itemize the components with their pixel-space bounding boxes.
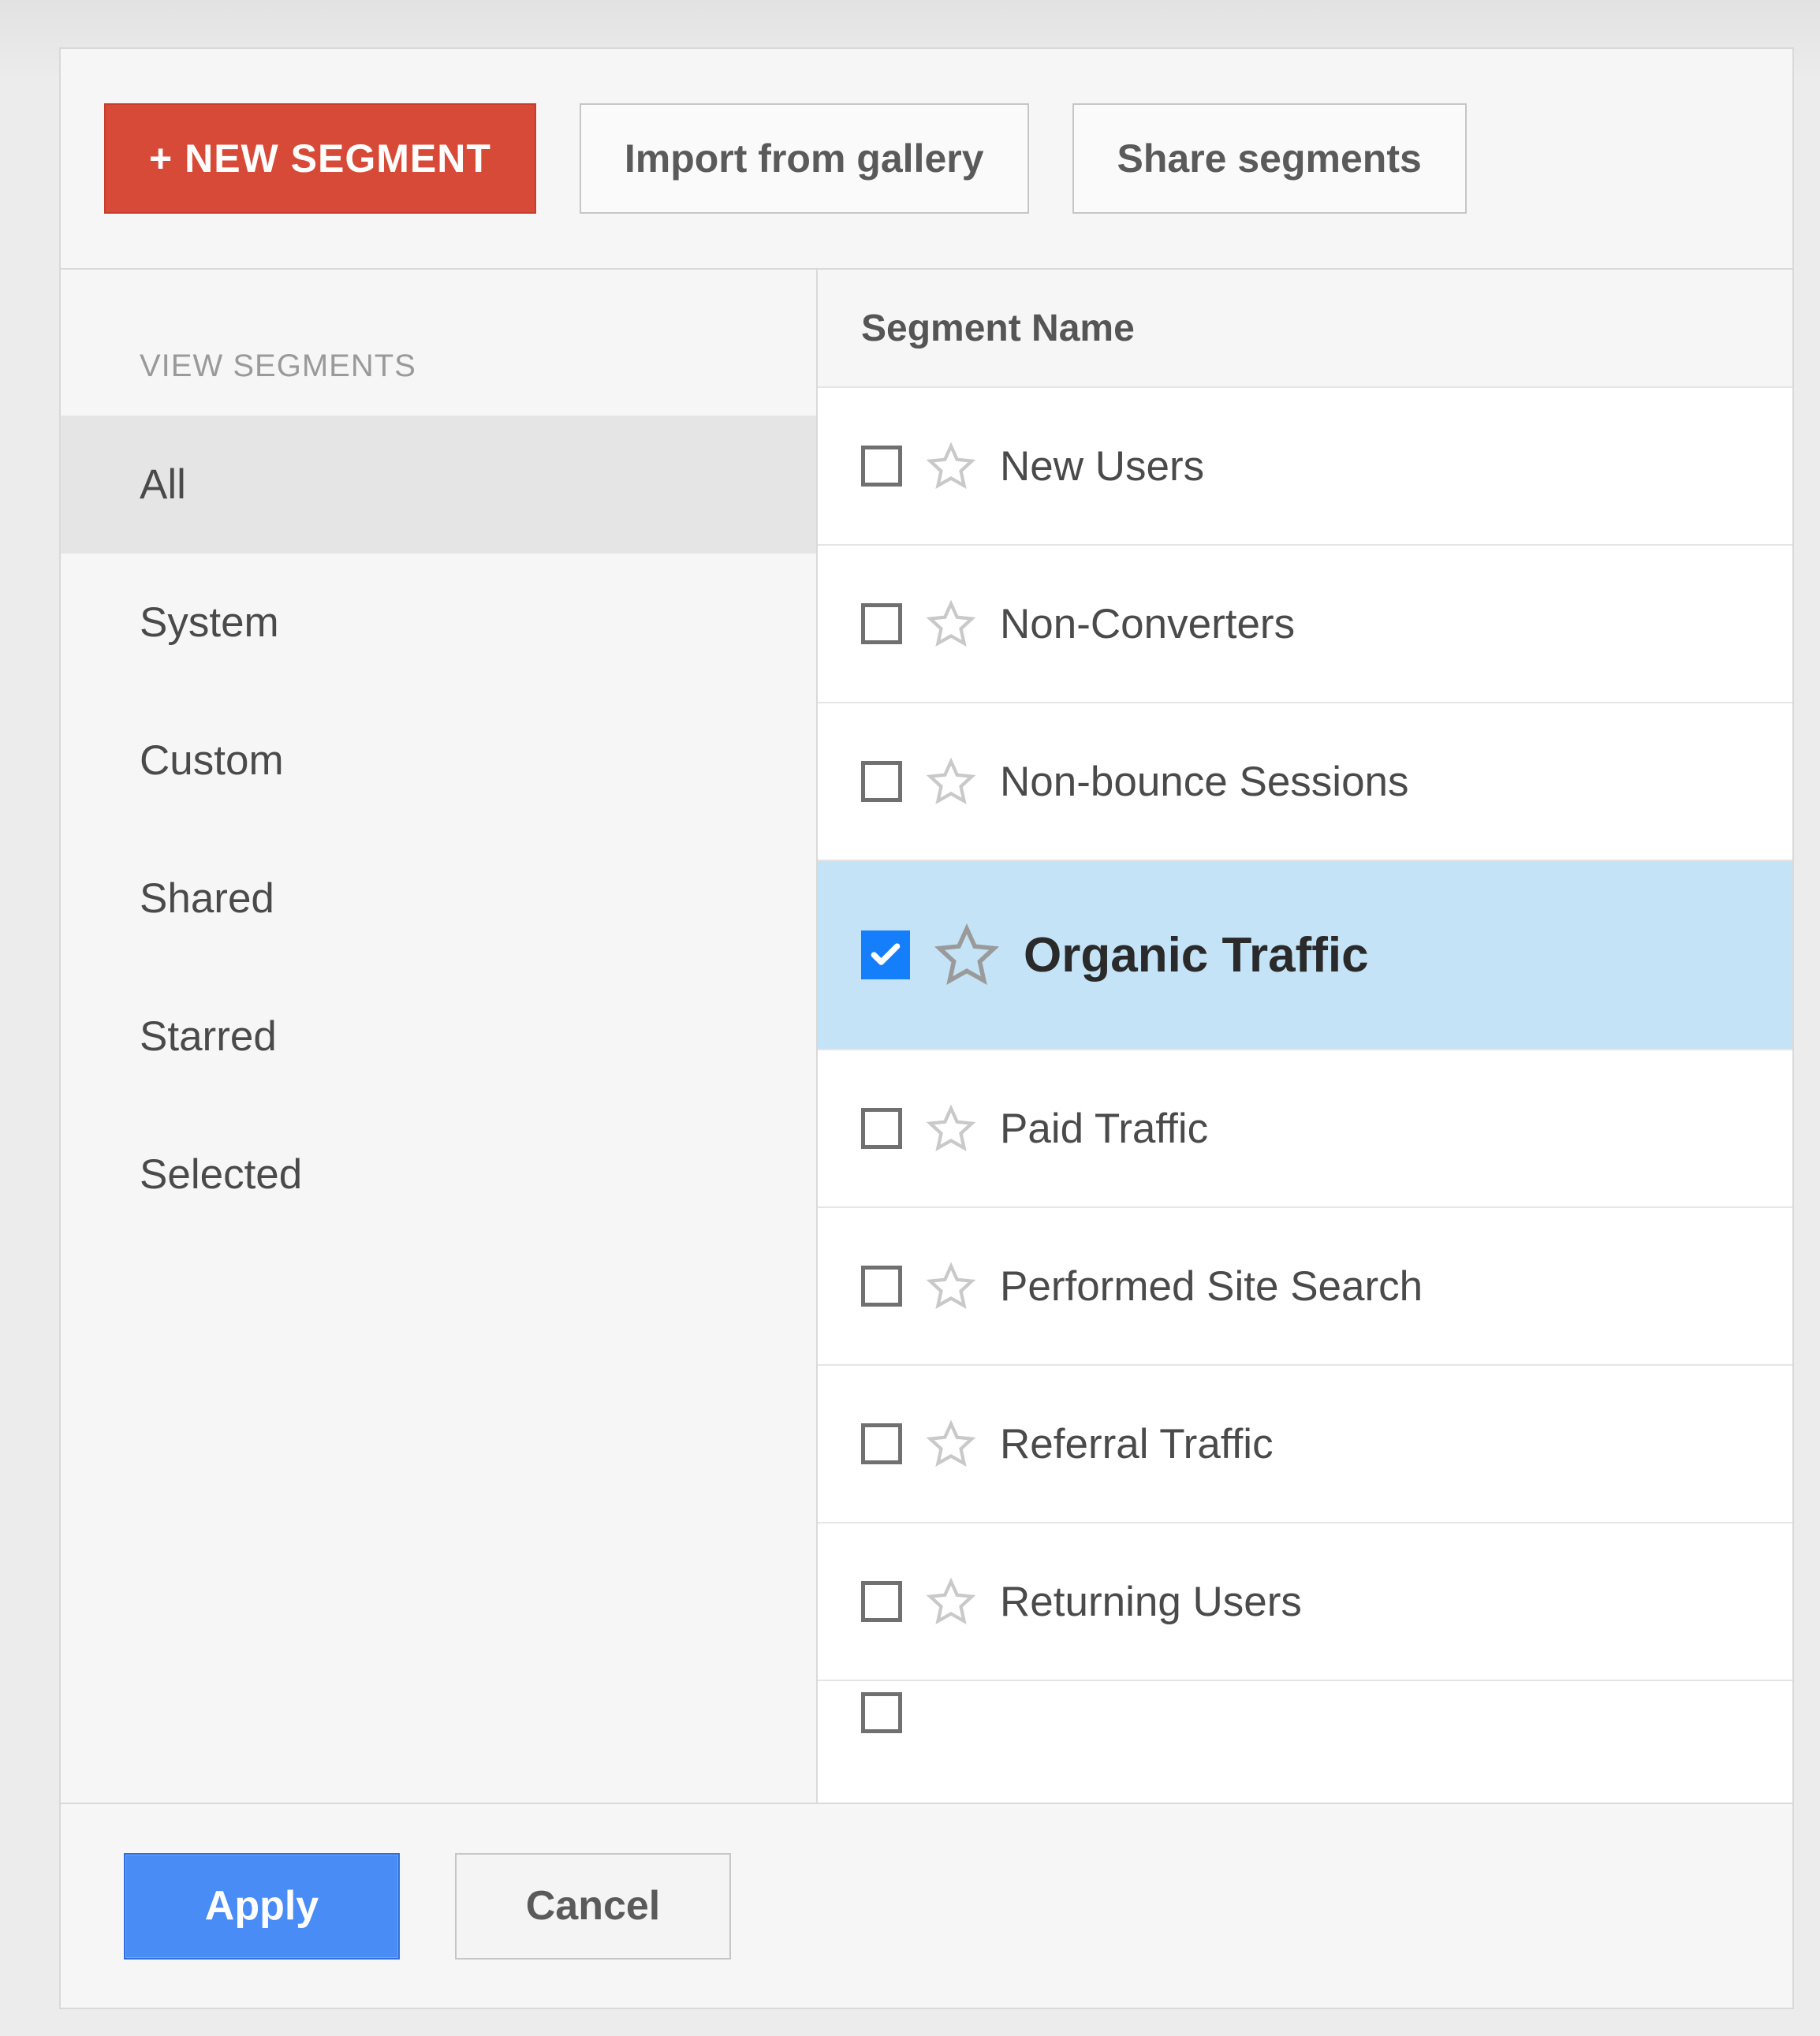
sidebar-item-all[interactable]: All xyxy=(61,416,816,554)
segment-label: Performed Site Search xyxy=(1000,1262,1423,1311)
apply-button[interactable]: Apply xyxy=(124,1853,400,1960)
sidebar-item-shared[interactable]: Shared xyxy=(61,830,816,968)
segment-row[interactable]: Non-bounce Sessions xyxy=(818,703,1792,861)
sidebar-item-label: Selected xyxy=(140,1150,302,1199)
segment-label: Organic Traffic xyxy=(1024,927,1369,983)
segment-row[interactable]: New Users xyxy=(818,388,1792,546)
segment-label: New Users xyxy=(1000,442,1204,490)
star-icon[interactable] xyxy=(926,598,976,649)
segment-name-header: Segment Name xyxy=(818,270,1792,388)
segment-label: Referral Traffic xyxy=(1000,1420,1274,1468)
checkbox-icon[interactable] xyxy=(861,1266,902,1307)
checkbox-icon[interactable] xyxy=(861,446,902,487)
new-segment-button[interactable]: + NEW SEGMENT xyxy=(104,103,536,214)
star-icon[interactable] xyxy=(926,1419,976,1469)
star-icon[interactable] xyxy=(934,922,1000,988)
sidebar-item-system[interactable]: System xyxy=(61,554,816,692)
sidebar-item-label: Starred xyxy=(140,1012,277,1061)
sidebar-item-label: System xyxy=(140,598,279,647)
segment-label: Returning Users xyxy=(1000,1578,1302,1626)
toolbar: + NEW SEGMENT Import from gallery Share … xyxy=(61,49,1792,270)
star-icon[interactable] xyxy=(926,1576,976,1627)
sidebar: VIEW SEGMENTS All System Custom Shared S… xyxy=(61,270,818,1803)
segment-row[interactable]: Paid Traffic xyxy=(818,1050,1792,1208)
main: Segment Name New Users xyxy=(818,270,1792,1803)
star-icon[interactable] xyxy=(926,1103,976,1154)
star-icon[interactable] xyxy=(926,756,976,807)
body-split: VIEW SEGMENTS All System Custom Shared S… xyxy=(61,270,1792,1803)
sidebar-item-label: Custom xyxy=(140,736,284,785)
segment-panel: + NEW SEGMENT Import from gallery Share … xyxy=(59,47,1794,2009)
share-segments-button[interactable]: Share segments xyxy=(1072,103,1467,214)
checkbox-icon[interactable] xyxy=(861,1581,902,1622)
segment-row[interactable]: Organic Traffic xyxy=(818,861,1792,1050)
import-from-gallery-button[interactable]: Import from gallery xyxy=(580,103,1029,214)
segment-list: New Users Non-Converters xyxy=(818,388,1792,1803)
checkbox-icon[interactable] xyxy=(861,1423,902,1464)
segment-label: Paid Traffic xyxy=(1000,1105,1208,1153)
sidebar-heading: VIEW SEGMENTS xyxy=(61,349,816,416)
segment-row[interactable]: Non-Converters xyxy=(818,546,1792,703)
checkbox-icon[interactable] xyxy=(861,761,902,802)
segment-row[interactable] xyxy=(818,1681,1792,1744)
checkbox-icon[interactable] xyxy=(861,1108,902,1149)
sidebar-item-starred[interactable]: Starred xyxy=(61,968,816,1106)
segment-row[interactable]: Referral Traffic xyxy=(818,1366,1792,1523)
sidebar-item-label: Shared xyxy=(140,874,274,923)
star-icon[interactable] xyxy=(926,1261,976,1311)
segment-row[interactable]: Returning Users xyxy=(818,1523,1792,1681)
checkbox-icon[interactable] xyxy=(861,930,910,979)
sidebar-item-label: All xyxy=(140,461,186,509)
sidebar-item-selected[interactable]: Selected xyxy=(61,1106,816,1244)
checkbox-icon[interactable] xyxy=(861,1692,902,1733)
footer: Apply Cancel xyxy=(61,1803,1792,2008)
sidebar-item-custom[interactable]: Custom xyxy=(61,692,816,830)
star-icon[interactable] xyxy=(926,441,976,491)
segment-row[interactable]: Performed Site Search xyxy=(818,1208,1792,1366)
cancel-button[interactable]: Cancel xyxy=(455,1853,731,1960)
segment-label: Non-bounce Sessions xyxy=(1000,758,1409,806)
checkbox-icon[interactable] xyxy=(861,603,902,644)
segment-label: Non-Converters xyxy=(1000,600,1295,648)
